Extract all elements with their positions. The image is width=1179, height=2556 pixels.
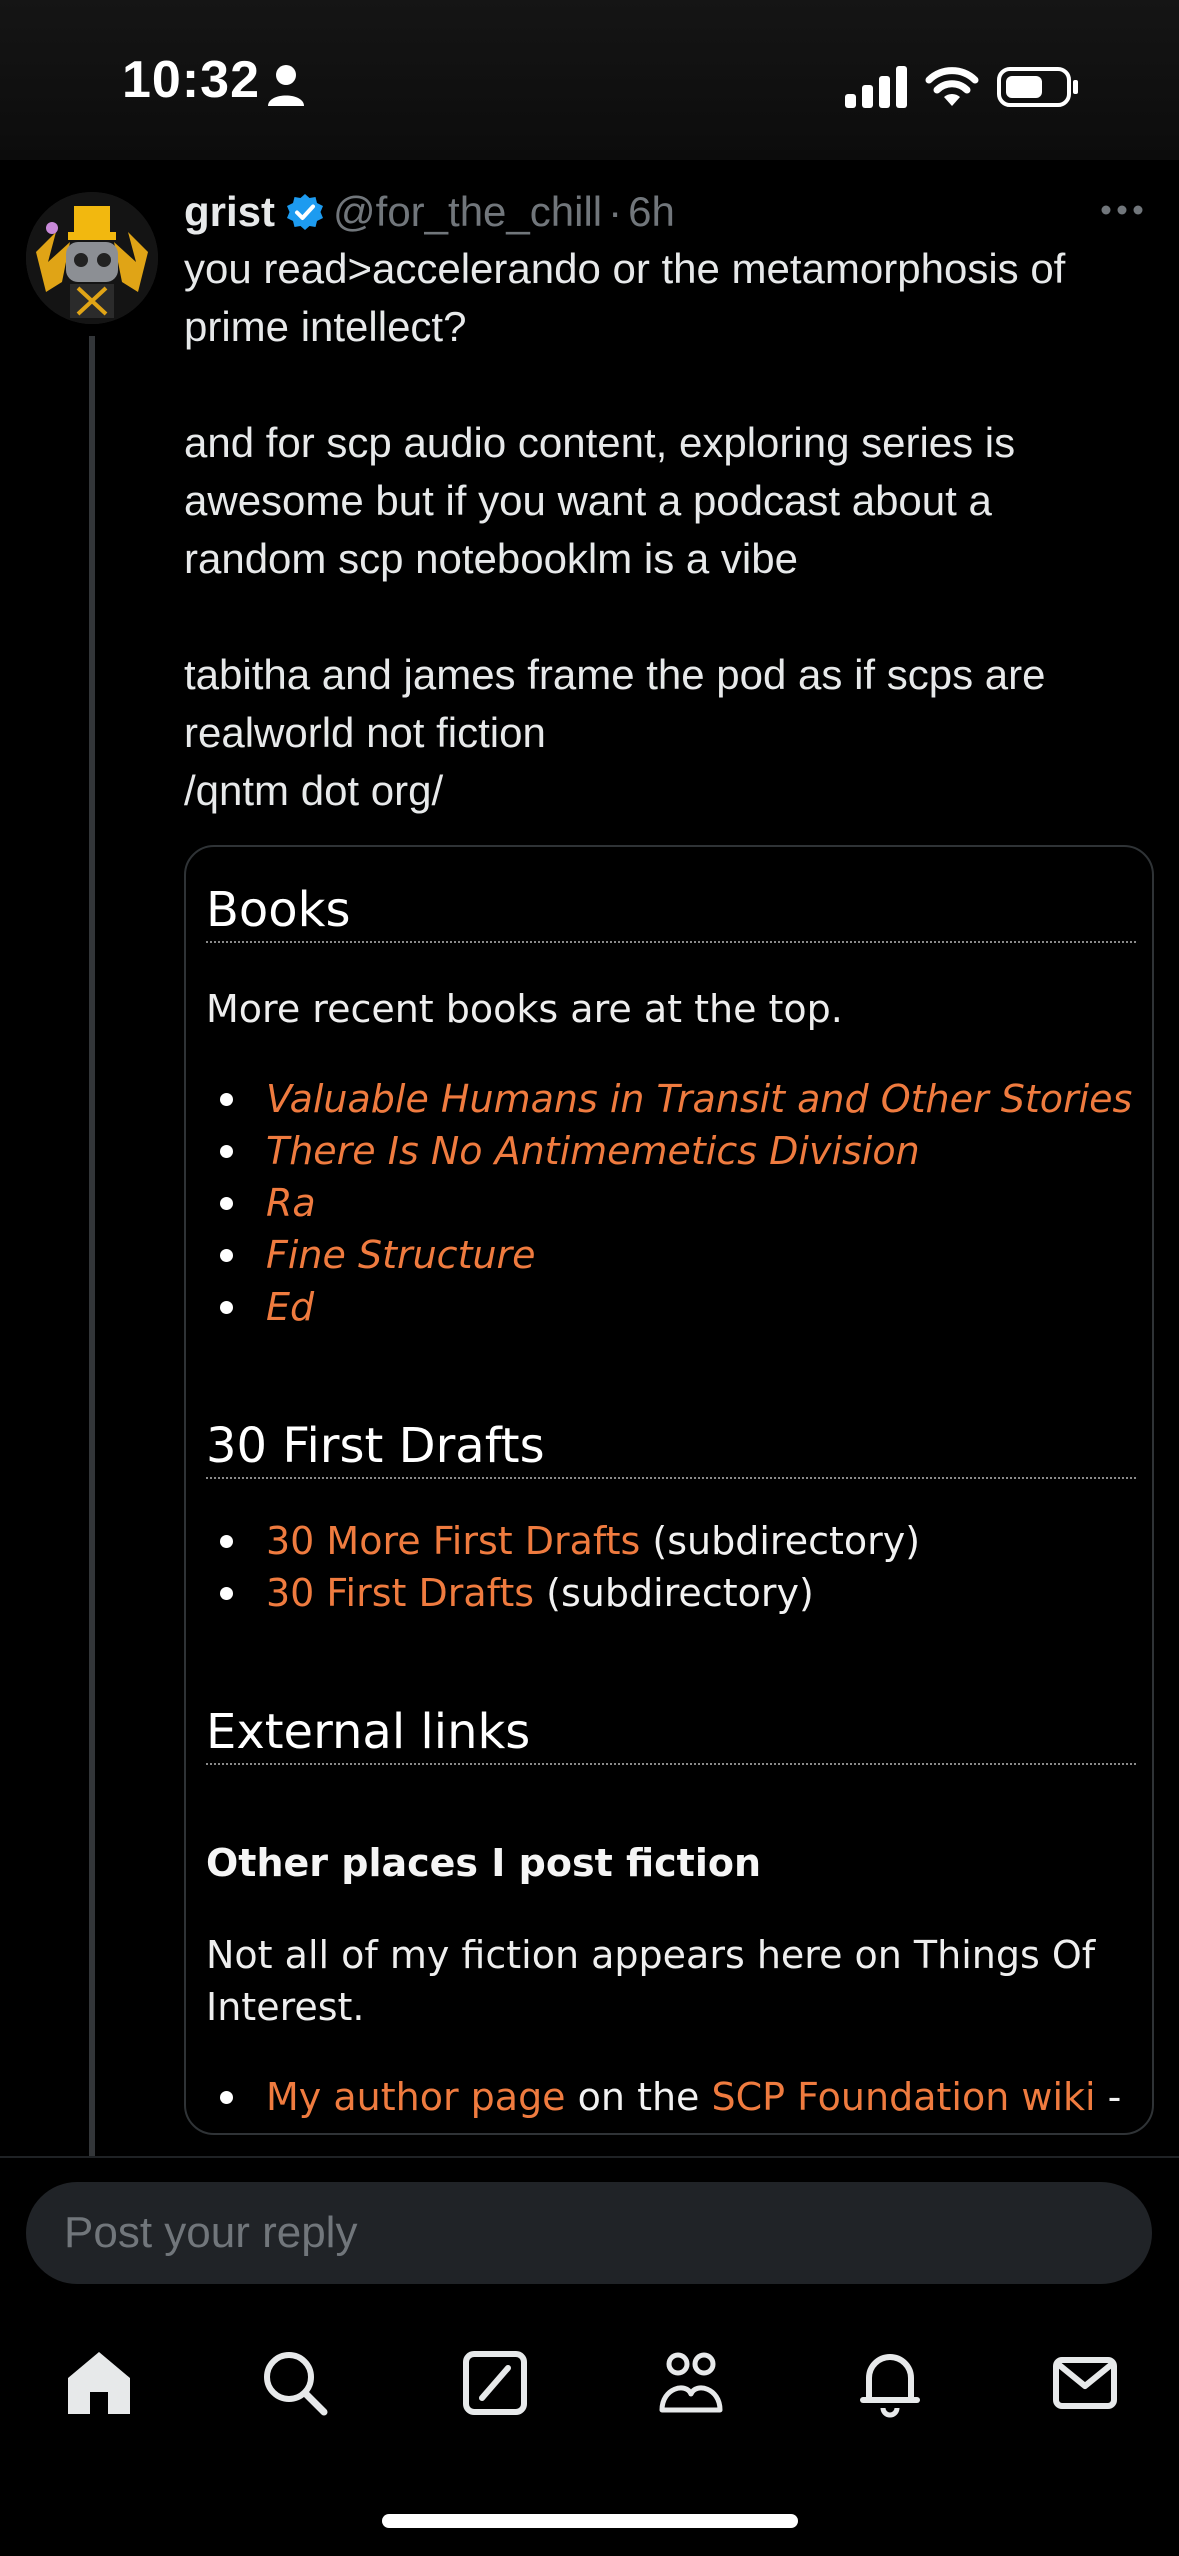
- drafts-heading: 30 First Drafts: [206, 1415, 1136, 1479]
- book-link[interactable]: There Is No Antimemetics Division: [266, 1129, 920, 1173]
- drafts-link[interactable]: 30 First Drafts: [266, 1571, 534, 1615]
- avatar[interactable]: [26, 192, 158, 324]
- reply-input[interactable]: [26, 2182, 1152, 2284]
- home-indicator[interactable]: [382, 2514, 798, 2528]
- other-places-heading: Other places I post fiction: [206, 1841, 762, 1885]
- search-icon[interactable]: [260, 2348, 330, 2418]
- books-list: Valuable Humans in Transit and Other Sto…: [206, 1073, 1136, 1333]
- scp-wiki-link[interactable]: SCP Foundation wiki: [712, 2075, 1096, 2119]
- list-item: Valuable Humans in Transit and Other Sto…: [206, 1073, 1136, 1125]
- separator-dot: ·: [608, 188, 623, 235]
- card-content: Books More recent books are at the top. …: [206, 867, 1136, 2123]
- list-item: There Is No Antimemetics Division: [206, 1125, 1136, 1177]
- more-options-icon[interactable]: [1100, 190, 1144, 230]
- cellular-signal-icon: [845, 66, 907, 108]
- wifi-icon: [925, 67, 979, 106]
- book-link[interactable]: Ra: [266, 1181, 316, 1225]
- notifications-icon[interactable]: [855, 2348, 925, 2418]
- battery-icon: [997, 67, 1078, 107]
- book-link[interactable]: Fine Structure: [266, 1233, 536, 1277]
- messages-icon[interactable]: [1050, 2348, 1120, 2418]
- post-text: you read>accelerando or the metamorphosi…: [184, 245, 1066, 814]
- drafts-suffix: (subdirectory): [534, 1571, 814, 1615]
- external-list: My author page on the SCP Foundation wik…: [206, 2071, 1136, 2123]
- drafts-suffix: (subdirectory): [640, 1519, 921, 1563]
- books-heading: Books: [206, 879, 1136, 943]
- list-item: Ed: [206, 1281, 1136, 1333]
- external-links-heading: External links: [206, 1701, 1136, 1765]
- book-link[interactable]: Ed: [266, 1285, 314, 1329]
- drafts-list: 30 More First Drafts (subdirectory) 30 F…: [206, 1515, 1136, 1619]
- post-age[interactable]: 6h: [628, 188, 675, 236]
- compose-icon[interactable]: [460, 2348, 530, 2418]
- author-handle[interactable]: @for_the_chill: [333, 188, 602, 236]
- drafts-link[interactable]: 30 More First Drafts: [266, 1519, 640, 1563]
- list-item: 30 First Drafts (subdirectory): [206, 1567, 1136, 1619]
- author-name[interactable]: grist: [184, 188, 275, 236]
- author-page-tail: -: [1095, 2075, 1122, 2119]
- embedded-image-card[interactable]: Books More recent books are at the top. …: [184, 845, 1154, 2135]
- communities-icon[interactable]: [656, 2348, 726, 2418]
- verified-badge-icon: [287, 194, 324, 230]
- other-places-text: Not all of my fiction appears here on Th…: [206, 1933, 1096, 2029]
- list-item: Ra: [206, 1177, 1136, 1229]
- reply-divider: [0, 2156, 1179, 2158]
- avatar-image: [26, 192, 158, 324]
- person-icon: [268, 65, 304, 106]
- status-bar: 10:32: [0, 0, 1179, 160]
- thread-line: [89, 336, 95, 2156]
- list-item: My author page on the SCP Foundation wik…: [206, 2071, 1136, 2123]
- post-header: grist @for_the_chill · 6h: [184, 184, 1144, 240]
- author-page-mid: on the: [565, 2075, 712, 2119]
- status-time: 10:32: [122, 51, 260, 109]
- author-page-link[interactable]: My author page: [266, 2075, 566, 2119]
- list-item: 30 More First Drafts (subdirectory): [206, 1515, 1136, 1567]
- list-item: Fine Structure: [206, 1229, 1136, 1281]
- book-link[interactable]: Valuable Humans in Transit and Other Sto…: [266, 1077, 1132, 1121]
- home-icon[interactable]: [64, 2348, 134, 2418]
- books-intro: More recent books are at the top.: [206, 987, 843, 1031]
